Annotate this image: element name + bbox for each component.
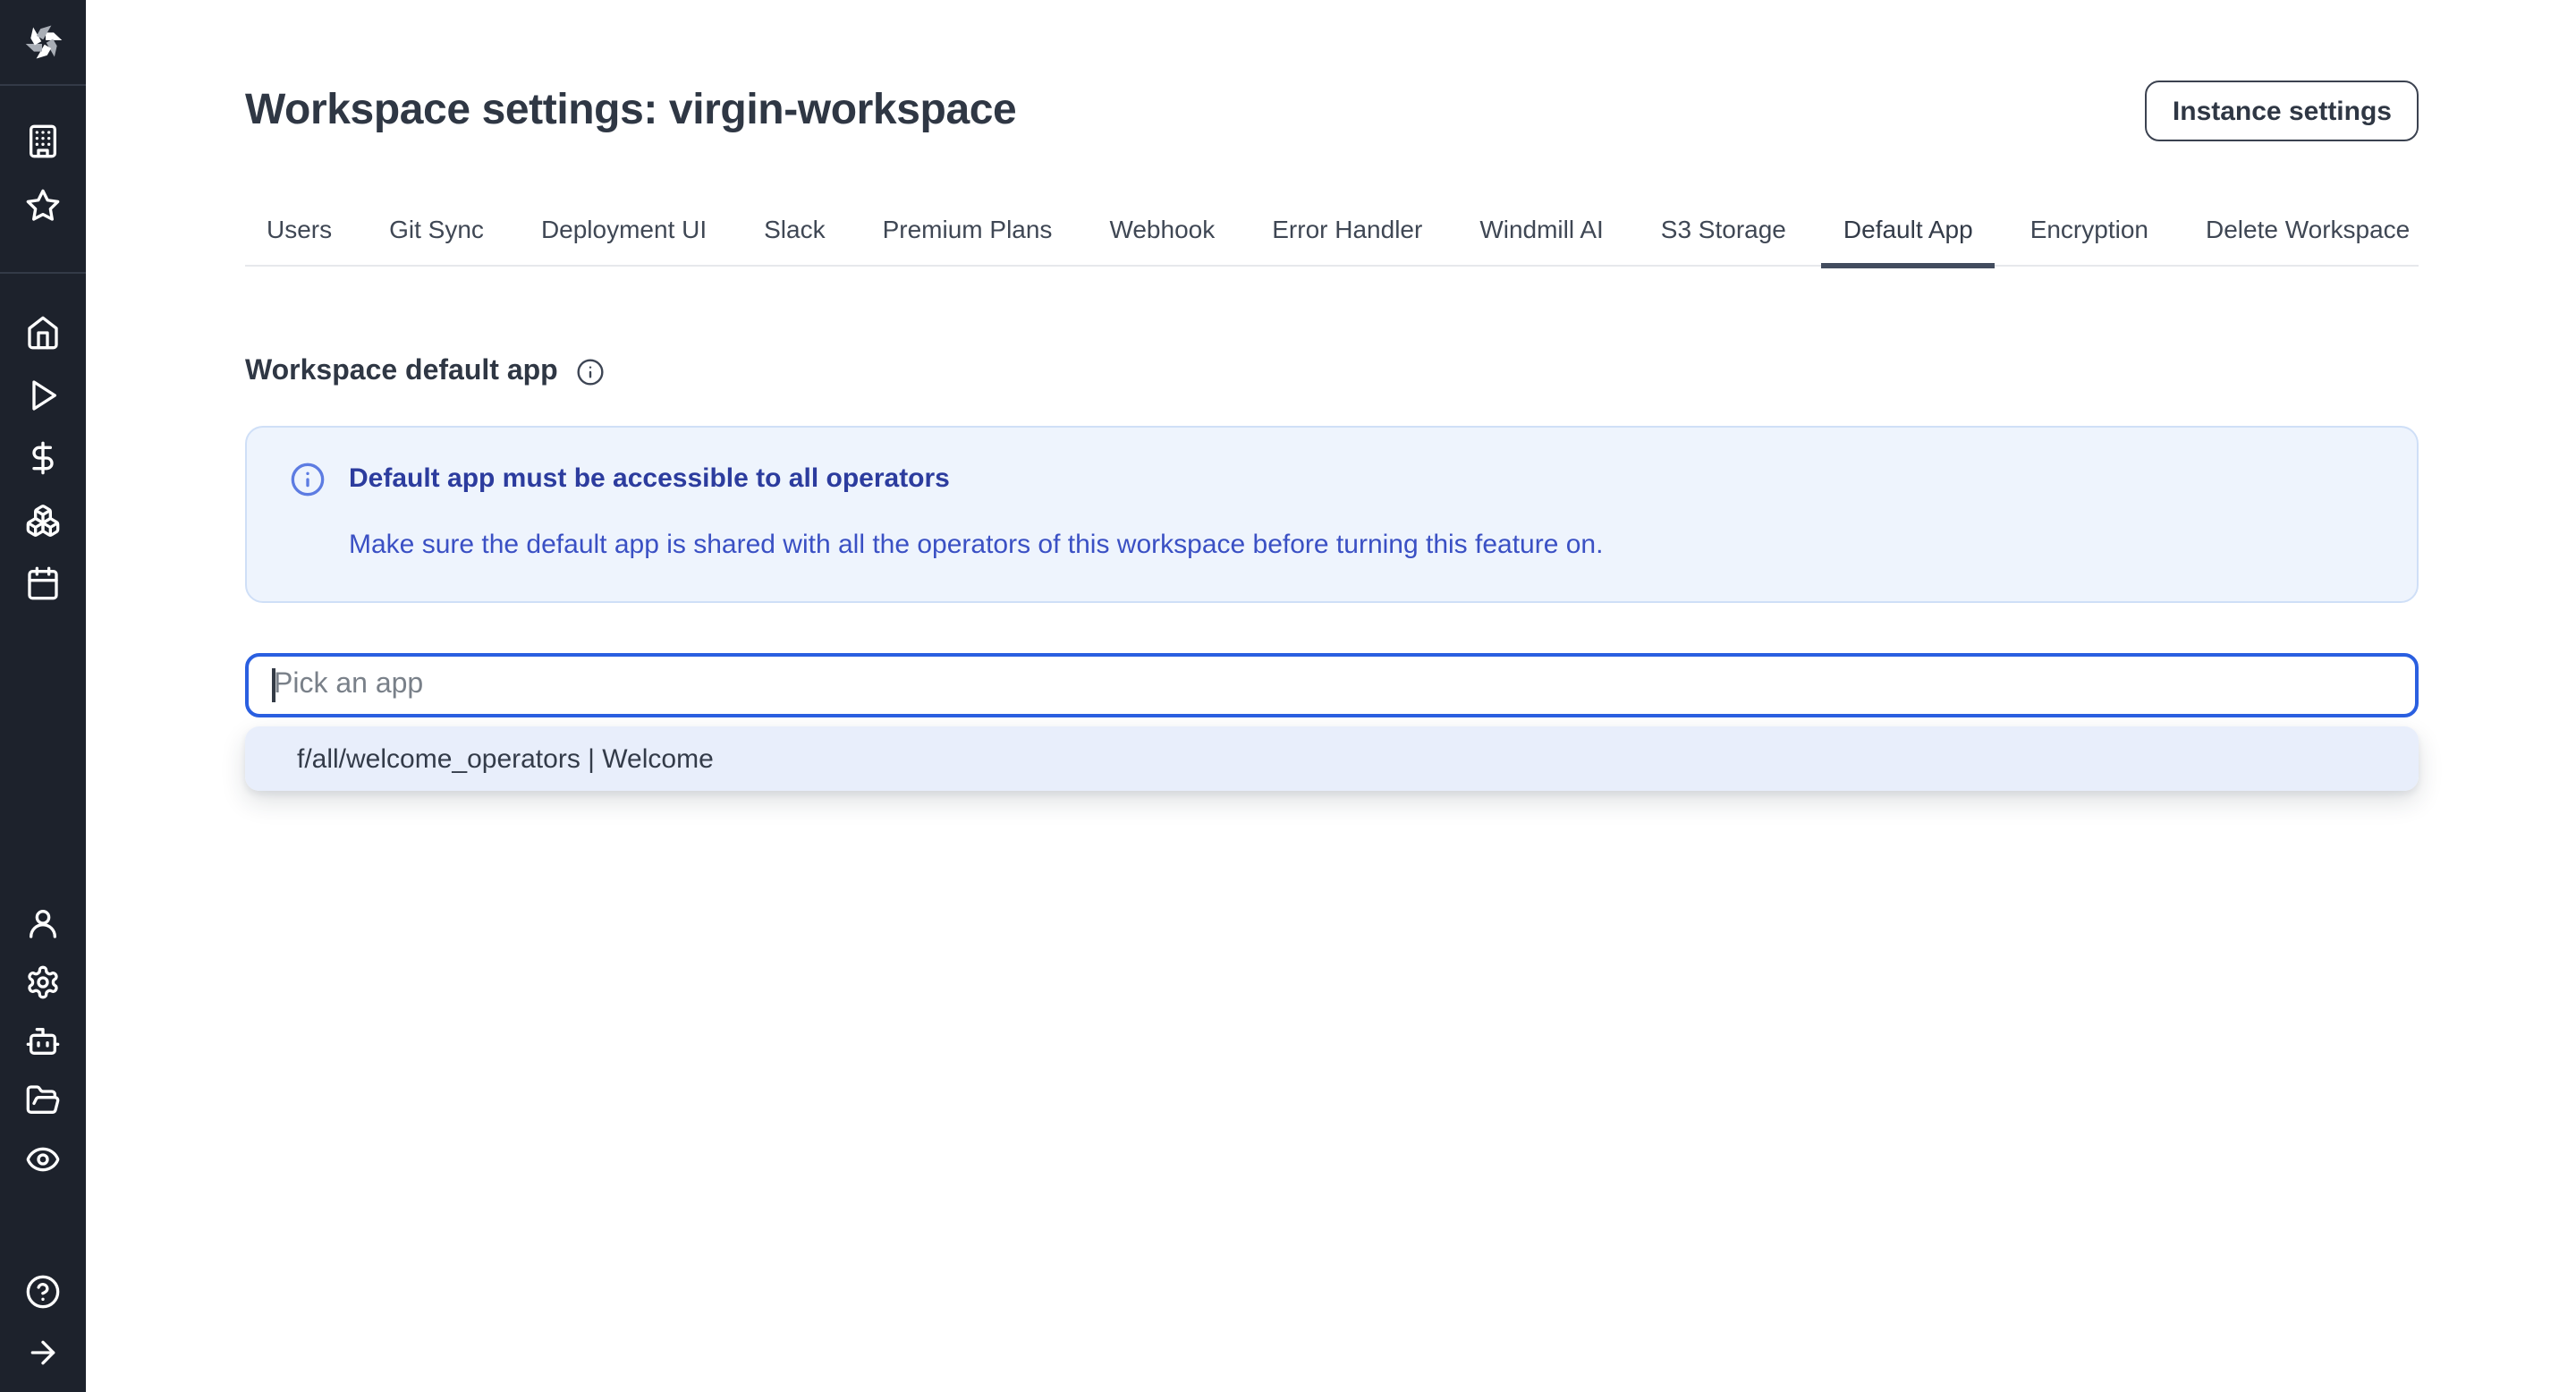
alert-content: Default app must be accessible to all op…	[349, 460, 1603, 565]
star-icon	[25, 188, 61, 224]
instance-settings-button[interactable]: Instance settings	[2146, 81, 2419, 141]
sidebar-expand-button[interactable]	[25, 1335, 61, 1371]
sidebar-help-button[interactable]	[25, 1274, 61, 1310]
user-icon	[25, 905, 61, 941]
sidebar-variables-button[interactable]	[25, 440, 61, 476]
alert-body: Make sure the default app is shared with…	[349, 526, 1603, 565]
boxes-icon	[25, 503, 61, 539]
gear-icon	[25, 964, 61, 1000]
sidebar-settings-button[interactable]	[25, 964, 61, 1000]
page-title: Workspace settings: virgin-workspace	[245, 79, 1016, 143]
sidebar-folders-button[interactable]	[25, 1082, 61, 1118]
sidebar-audit-logs-button[interactable]	[25, 1142, 61, 1177]
eye-icon	[25, 1142, 61, 1177]
app-picker-dropdown: f/all/welcome_operators | Welcome	[245, 726, 2419, 791]
settings-tab[interactable]: Users	[245, 211, 353, 268]
info-icon[interactable]	[576, 358, 605, 386]
arrow-right-icon	[25, 1335, 61, 1371]
sidebar-main-nav	[0, 272, 86, 601]
building-icon	[25, 123, 61, 159]
sidebar-workers-button[interactable]	[25, 1023, 61, 1059]
settings-tab[interactable]: Error Handler	[1250, 211, 1444, 268]
sidebar-home-button[interactable]	[25, 315, 61, 351]
sidebar-runs-button[interactable]	[25, 378, 61, 413]
app-window: Workspace settings: virgin-workspace Ins…	[0, 0, 2576, 1392]
robot-icon	[25, 1023, 61, 1059]
sidebar-workspace-button[interactable]	[25, 123, 61, 159]
settings-tab[interactable]: Premium Plans	[861, 211, 1074, 268]
sidebar-admin-nav	[0, 905, 86, 1177]
page-header: Workspace settings: virgin-workspace Ins…	[245, 0, 2419, 143]
help-circle-icon	[25, 1274, 61, 1310]
sidebar-workspace-group	[0, 84, 86, 274]
settings-tab[interactable]: Slack	[742, 211, 846, 268]
settings-tab[interactable]: Webhook	[1088, 211, 1236, 268]
windmill-pinwheel-icon	[19, 18, 67, 66]
settings-tab[interactable]: Deployment UI	[520, 211, 728, 268]
settings-tab-bar: Users Git Sync Deployment UISlack Premium P…	[245, 211, 2419, 267]
settings-tab[interactable]: S3 Storage	[1640, 211, 1808, 268]
calendar-icon	[25, 565, 61, 601]
section-heading-row: Workspace default app	[245, 352, 2419, 392]
sidebar-resources-button[interactable]	[25, 503, 61, 539]
text-caret	[272, 668, 275, 702]
settings-tab[interactable]: Windmill AI	[1458, 211, 1624, 268]
settings-tab[interactable]: Default App	[1822, 211, 1995, 268]
main-content: Workspace settings: virgin-workspace Ins…	[86, 0, 2576, 791]
alert-title: Default app must be accessible to all op…	[349, 460, 1603, 499]
app-picker-option[interactable]: f/all/welcome_operators | Welcome	[245, 726, 2419, 791]
play-icon	[25, 378, 61, 413]
sidebar-users-button[interactable]	[25, 905, 61, 941]
sidebar	[0, 0, 86, 1392]
operators-alert: Default app must be accessible to all op…	[245, 426, 2419, 603]
settings-tab[interactable]: Git Sync	[368, 211, 505, 268]
dollar-icon	[25, 440, 61, 476]
settings-tab[interactable]: Encryption	[2009, 211, 2170, 268]
home-icon	[25, 315, 61, 351]
sidebar-favorites-button[interactable]	[25, 188, 61, 224]
sidebar-footer-nav	[0, 1274, 86, 1371]
app-picker	[245, 653, 2419, 717]
app-picker-input[interactable]	[245, 653, 2419, 717]
alert-info-icon	[290, 460, 326, 565]
folder-open-icon	[25, 1082, 61, 1118]
windmill-logo[interactable]	[0, 0, 86, 86]
sidebar-schedules-button[interactable]	[25, 565, 61, 601]
section-heading: Workspace default app	[245, 352, 558, 392]
settings-tab[interactable]: Delete Workspace	[2184, 211, 2431, 268]
